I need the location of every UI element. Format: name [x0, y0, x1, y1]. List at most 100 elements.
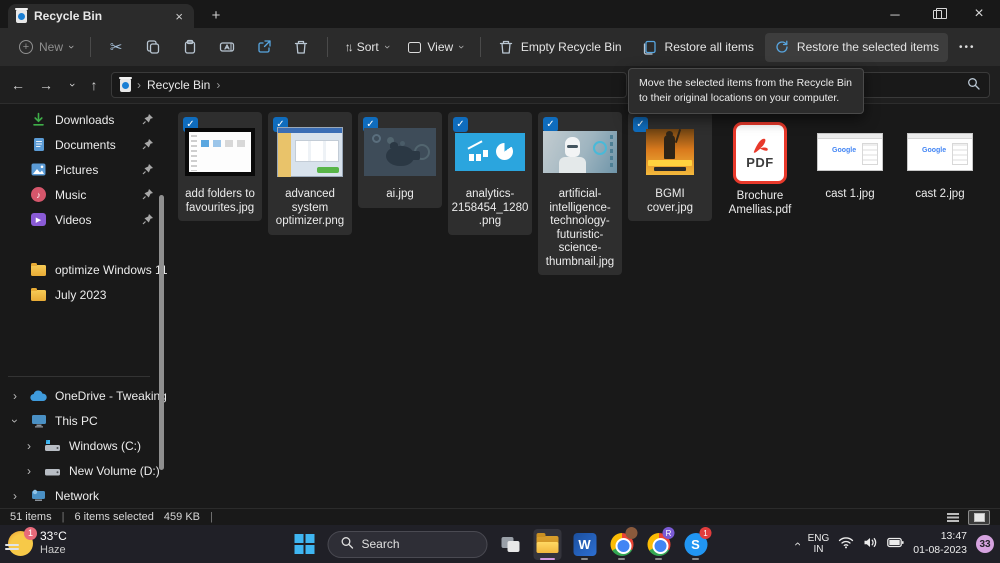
- maximize-button[interactable]: [916, 0, 958, 28]
- file-name: Brochure Amellias.pdf: [721, 190, 799, 217]
- language-indicator[interactable]: ENG IN: [808, 533, 830, 556]
- restore-all-items-label: Restore all items: [665, 40, 754, 54]
- cut-icon: ✂: [108, 39, 125, 56]
- restore-selected-items-label: Restore the selected items: [797, 40, 939, 54]
- new-button[interactable]: + New ›: [10, 34, 82, 60]
- chevron-right-icon[interactable]: ›: [22, 439, 36, 453]
- file-tile[interactable]: Google cast 2.jpg: [898, 112, 982, 208]
- restore-all-items-button[interactable]: Restore all items: [633, 33, 763, 62]
- restore-all-icon: [642, 39, 659, 56]
- restore-selected-items-button[interactable]: Restore the selected items: [765, 33, 948, 62]
- plus-icon: +: [19, 40, 33, 54]
- file-tile[interactable]: ✓ BGMI cover.jpg: [628, 112, 712, 221]
- view-button[interactable]: View ›: [399, 34, 471, 60]
- file-name: ai.jpg: [386, 188, 414, 202]
- address-field[interactable]: › Recycle Bin ›: [111, 72, 627, 98]
- file-tile[interactable]: ✓ advanced system optimizer.png: [268, 112, 352, 235]
- sidebar-item-documents[interactable]: Documents: [0, 132, 168, 157]
- divider: [90, 37, 91, 57]
- minimize-button[interactable]: ─: [874, 0, 916, 28]
- tab-recycle-bin[interactable]: Recycle Bin ×: [8, 4, 194, 28]
- search-icon: [967, 77, 980, 93]
- details-view-button[interactable]: [942, 510, 964, 525]
- chevron-expanded-icon[interactable]: ›: [8, 414, 22, 428]
- sidebar-item-optimize-windows-11[interactable]: optimize Windows 11: [0, 257, 168, 282]
- chevron-right-icon[interactable]: ›: [22, 464, 36, 478]
- volume-icon[interactable]: [863, 536, 878, 552]
- sort-button[interactable]: ↑↓ Sort ›: [336, 34, 398, 60]
- sidebar-item-this-pc[interactable]: › This PC: [0, 408, 168, 433]
- weather-haze-icon: 1: [8, 531, 33, 556]
- chevron-right-icon[interactable]: ›: [8, 489, 22, 503]
- new-label: New: [39, 40, 63, 54]
- breadcrumb-chevron-icon: ›: [137, 78, 141, 92]
- hidden-icons-chevron[interactable]: ›: [790, 542, 804, 546]
- copy-button[interactable]: [136, 33, 171, 62]
- empty-recycle-bin-button[interactable]: Empty Recycle Bin: [489, 33, 631, 62]
- chrome-button[interactable]: [608, 527, 636, 561]
- running-indicator: [655, 558, 662, 561]
- notification-count-badge[interactable]: 33: [976, 535, 994, 553]
- up-button[interactable]: ↑: [82, 74, 106, 96]
- file-tile[interactable]: ✓ add folders to favourites.jpg: [178, 112, 262, 221]
- checkbox-checked[interactable]: ✓: [543, 117, 558, 132]
- empty-recycle-bin-label: Empty Recycle Bin: [521, 40, 622, 54]
- share-button[interactable]: [247, 33, 282, 62]
- task-view-button[interactable]: [497, 527, 525, 561]
- tray-date: 01-08-2023: [913, 544, 967, 558]
- forward-button[interactable]: →: [34, 74, 58, 96]
- drive-d-icon: [44, 462, 61, 479]
- file-tile[interactable]: ✓ analytics-2158454_1280.png: [448, 112, 532, 235]
- sidebar-item-july-2023[interactable]: July 2023: [0, 282, 168, 307]
- file-tile[interactable]: ✓ artificial-intelligence-technology-fut…: [538, 112, 622, 275]
- delete-button[interactable]: [284, 33, 319, 62]
- file-tile[interactable]: Google cast 1.jpg: [808, 112, 892, 208]
- chevron-right-icon[interactable]: ›: [8, 389, 22, 403]
- checkbox-checked[interactable]: ✓: [453, 117, 468, 132]
- pin-icon: [142, 213, 154, 225]
- navigation-pane: Downloads Documents Pictures ♪ Music: [0, 104, 168, 508]
- sidebar-item-windows-c[interactable]: › Windows (C:): [0, 433, 168, 458]
- breadcrumb-chevron-icon[interactable]: ›: [216, 78, 220, 92]
- file-tile[interactable]: PDF Brochure Amellias.pdf: [718, 112, 802, 223]
- sidebar-item-network[interactable]: › Network: [0, 483, 168, 508]
- taskbar-search[interactable]: Search: [328, 531, 488, 558]
- paste-button[interactable]: [173, 33, 208, 62]
- recent-locations-button[interactable]: ›: [60, 74, 84, 96]
- file-explorer-button[interactable]: [534, 527, 562, 561]
- sidebar-scrollbar[interactable]: [159, 195, 164, 470]
- pdf-file-icon: PDF: [721, 120, 799, 186]
- sidebar-item-downloads[interactable]: Downloads: [0, 107, 168, 132]
- file-thumbnail: Google: [811, 120, 889, 184]
- restore-icon: [774, 39, 791, 56]
- cut-button[interactable]: ✂: [99, 33, 134, 62]
- file-name: analytics-2158454_1280.png: [451, 188, 529, 229]
- word-button[interactable]: W: [571, 527, 599, 561]
- back-button[interactable]: ←: [6, 74, 30, 96]
- new-tab-button[interactable]: +: [205, 5, 227, 25]
- clock[interactable]: 13:47 01-08-2023: [913, 530, 967, 557]
- sidebar-item-pictures[interactable]: Pictures: [0, 157, 168, 182]
- more-options-button[interactable]: •••: [950, 36, 985, 59]
- file-tile[interactable]: ✓ ai.jpg: [358, 112, 442, 208]
- rename-button[interactable]: [210, 33, 245, 62]
- recycle-bin-icon: [120, 79, 131, 92]
- tab-close-icon[interactable]: ×: [172, 9, 186, 24]
- weather-widget[interactable]: 1 33°C Haze: [8, 529, 67, 558]
- sidebar-item-music[interactable]: ♪ Music: [0, 182, 168, 207]
- battery-icon[interactable]: [887, 537, 904, 551]
- chrome-profile2-button[interactable]: R: [645, 527, 673, 561]
- thumbnail-view-button[interactable]: [968, 510, 990, 525]
- sidebar-item-new-volume-d[interactable]: › New Volume (D:): [0, 458, 168, 483]
- copy-icon: [145, 39, 162, 56]
- wifi-icon[interactable]: [838, 536, 854, 552]
- file-explorer-icon: [537, 536, 559, 553]
- breadcrumb-location[interactable]: Recycle Bin: [147, 78, 210, 92]
- close-button[interactable]: ×: [958, 0, 1000, 28]
- start-button[interactable]: [291, 527, 319, 561]
- taskbar: 1 33°C Haze Search W: [0, 525, 1000, 563]
- skype-button[interactable]: S 1: [682, 527, 710, 561]
- sidebar-item-onedrive[interactable]: › OneDrive - Tweaking Techn: [0, 383, 168, 408]
- file-name: artificial-intelligence-technology-futur…: [541, 188, 619, 269]
- sidebar-item-videos[interactable]: ▶ Videos: [0, 207, 168, 232]
